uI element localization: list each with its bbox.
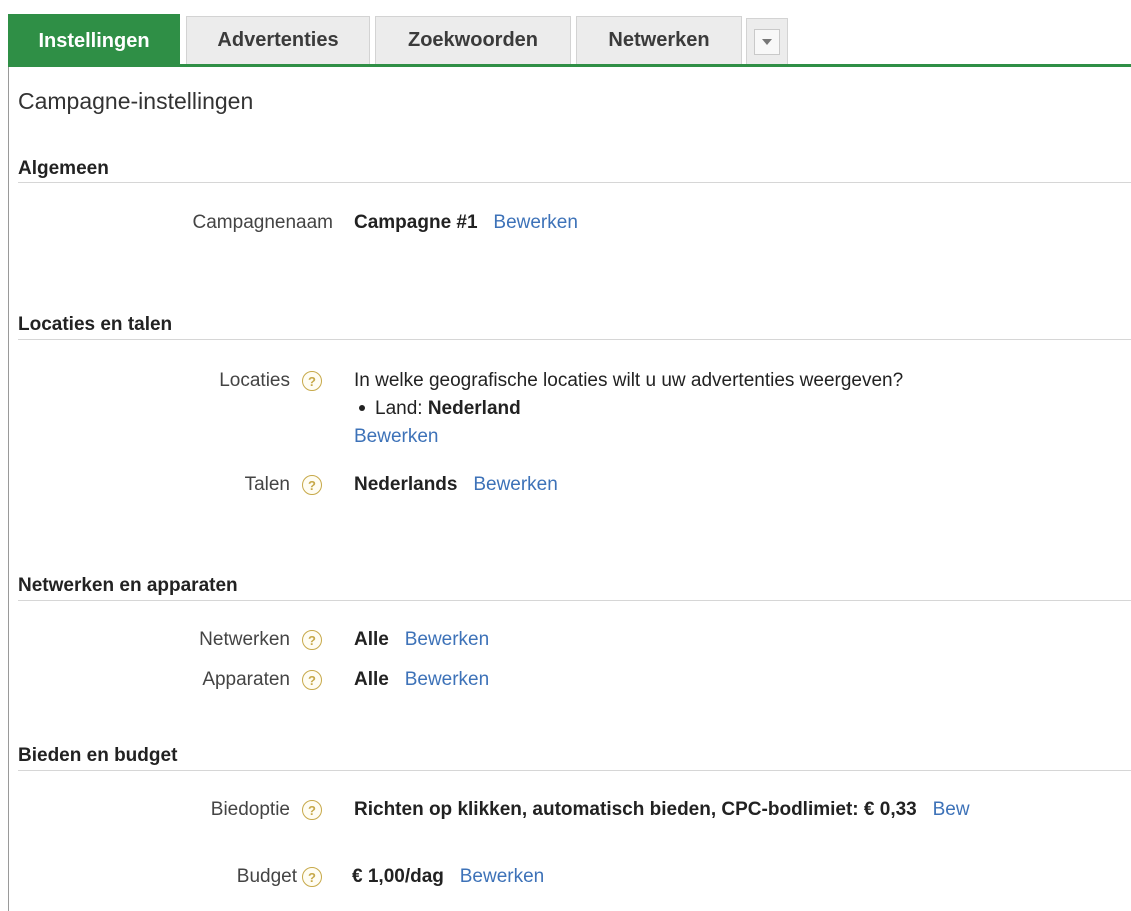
help-icon[interactable]: ? — [302, 475, 322, 495]
chevron-down-icon — [754, 28, 780, 55]
location-prefix: Land: — [375, 398, 423, 419]
section-title: Locaties en talen — [18, 314, 173, 335]
budget-label: Budget — [236, 866, 297, 887]
section-divider — [18, 339, 1131, 340]
tab-instellingen[interactable]: Instellingen — [8, 14, 180, 67]
section-title: Netwerken en apparaten — [18, 575, 238, 596]
locations-question: In welke geografische locaties wilt u uw… — [354, 370, 904, 391]
languages-value: Nederlands — [354, 474, 458, 495]
bid-option-row: Richten op klikken, automatisch bieden, … — [354, 799, 970, 821]
devices-value: Alle — [354, 669, 389, 690]
section-divider — [18, 770, 1131, 771]
networks-label: Netwerken — [199, 629, 290, 650]
budget-value: € 1,00/dag — [352, 866, 444, 887]
bullet-icon — [359, 405, 365, 411]
section-locaties-en-talen: Locaties en talen — [18, 314, 1131, 340]
locations-label: Locaties — [219, 370, 290, 391]
edit-bid-option-link[interactable]: Bew — [933, 799, 970, 820]
networks-value: Alle — [354, 629, 389, 650]
campaign-name-value: Campagne #1 — [354, 212, 478, 233]
page-title: Campagne-instellingen — [18, 88, 254, 114]
section-algemeen: Algemeen — [18, 158, 1131, 183]
devices-label: Apparaten — [202, 669, 290, 690]
budget-row: € 1,00/dag Bewerken — [352, 866, 544, 888]
tab-zoekwoorden[interactable]: Zoekwoorden — [375, 16, 571, 64]
tab-advertenties[interactable]: Advertenties — [186, 16, 370, 64]
more-tabs-dropdown[interactable] — [746, 18, 788, 64]
section-bieden-en-budget: Bieden en budget — [18, 745, 1131, 771]
section-title: Algemeen — [18, 158, 109, 179]
edit-networks-link[interactable]: Bewerken — [405, 629, 490, 650]
edit-devices-link[interactable]: Bewerken — [405, 669, 490, 690]
help-icon[interactable]: ? — [302, 800, 322, 820]
section-title: Bieden en budget — [18, 745, 178, 766]
networks-row: Alle Bewerken — [354, 629, 489, 651]
help-icon[interactable]: ? — [302, 867, 322, 887]
languages-row: Nederlands Bewerken — [354, 474, 558, 496]
devices-row: Alle Bewerken — [354, 669, 489, 691]
bid-option-value: Richten op klikken, automatisch bieden, … — [354, 799, 917, 820]
help-icon[interactable]: ? — [302, 630, 322, 650]
edit-locations-link[interactable]: Bewerken — [354, 426, 439, 448]
help-icon[interactable]: ? — [302, 670, 322, 690]
tab-bar-underline — [8, 64, 1131, 67]
languages-label: Talen — [244, 474, 290, 495]
campaign-name-row: Campagne #1 Bewerken — [354, 212, 578, 234]
section-netwerken-en-apparaten: Netwerken en apparaten — [18, 575, 1131, 601]
bid-option-label: Biedoptie — [210, 799, 290, 820]
tab-netwerken[interactable]: Netwerken — [576, 16, 742, 64]
help-icon[interactable]: ? — [302, 371, 322, 391]
edit-languages-link[interactable]: Bewerken — [473, 474, 558, 495]
content-frame-border — [8, 64, 9, 911]
location-item: Land: Nederland — [354, 398, 521, 420]
section-divider — [18, 600, 1131, 601]
section-divider — [18, 182, 1131, 183]
edit-campaign-name-link[interactable]: Bewerken — [493, 212, 578, 233]
edit-budget-link[interactable]: Bewerken — [460, 866, 545, 887]
location-value: Nederland — [427, 398, 521, 419]
tab-bar: Instellingen Advertenties Zoekwoorden Ne… — [8, 0, 1131, 68]
campaign-name-label: Campagnenaam — [192, 212, 333, 233]
